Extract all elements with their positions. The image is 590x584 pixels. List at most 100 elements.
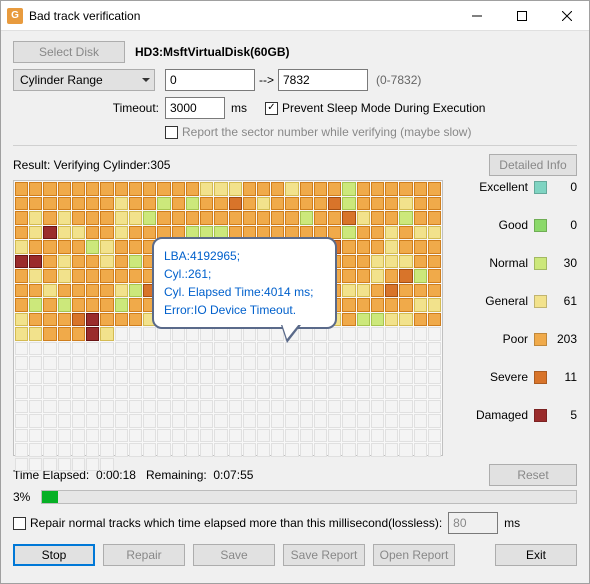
grid-cell [300,356,313,370]
grid-cell [328,443,341,457]
grid-cell [157,400,170,414]
range-from-input[interactable] [165,69,255,91]
grid-cell [15,226,28,240]
grid-cell [428,182,441,196]
grid-cell [342,284,355,298]
grid-cell [342,356,355,370]
grid-cell [43,226,56,240]
grid-cell [86,458,99,472]
grid-cell [15,269,28,283]
grid-cell [29,255,42,269]
grid-cell [243,414,256,428]
legend-excellent-value: 0 [551,180,577,194]
grid-cell [414,342,427,356]
grid-cell [157,211,170,225]
grid-cell [314,197,327,211]
grid-cell [100,284,113,298]
grid-cell [342,400,355,414]
range-to-input[interactable] [278,69,368,91]
grid-cell [342,269,355,283]
grid-cell [385,313,398,327]
grid-cell [371,211,384,225]
open-report-button[interactable]: Open Report [373,544,455,566]
range-mode-select[interactable]: Cylinder Range [13,69,155,91]
grid-cell [72,327,85,341]
save-button[interactable]: Save [193,544,275,566]
grid-cell [29,269,42,283]
grid-cell [72,342,85,356]
maximize-button[interactable] [499,1,544,31]
grid-cell [29,429,42,443]
grid-cell [314,385,327,399]
prevent-sleep-checkbox[interactable] [265,102,278,115]
grid-cell [200,327,213,341]
legend-severe-label: Severe [490,370,528,384]
grid-cell [43,284,56,298]
grid-cell [115,414,128,428]
grid-cell [371,371,384,385]
grid-cell [357,226,370,240]
grid-cell [29,240,42,254]
grid-cell [214,211,227,225]
grid-cell [86,385,99,399]
legend-poor-swatch [534,333,547,346]
grid-cell [257,400,270,414]
grid-cell [271,414,284,428]
grid-cell [72,211,85,225]
grid-cell [43,313,56,327]
grid-cell [399,197,412,211]
grid-cell [342,255,355,269]
grid-cell [428,240,441,254]
grid-cell [43,385,56,399]
report-sector-checkbox[interactable] [165,126,178,139]
grid-cell [285,429,298,443]
save-report-button[interactable]: Save Report [283,544,365,566]
grid-cell [399,429,412,443]
stop-button[interactable]: Stop [13,544,95,566]
grid-cell [72,240,85,254]
grid-cell [157,443,170,457]
repair-button[interactable]: Repair [103,544,185,566]
grid-cell [157,356,170,370]
grid-cell [172,429,185,443]
grid-cell [72,371,85,385]
grid-cell [229,371,242,385]
grid-cell [29,385,42,399]
timeout-input[interactable] [165,97,225,119]
grid-cell [229,385,242,399]
grid-cell [86,240,99,254]
legend-good-value: 0 [551,218,577,232]
grid-cell [271,429,284,443]
grid-cell [328,342,341,356]
reset-button[interactable]: Reset [489,464,577,486]
exit-button[interactable]: Exit [495,544,577,566]
grid-cell [86,371,99,385]
grid-cell [428,356,441,370]
grid-cell [115,356,128,370]
minimize-button[interactable] [454,1,499,31]
select-disk-button[interactable]: Select Disk [13,41,125,63]
grid-cell [72,284,85,298]
grid-cell [29,182,42,196]
grid-cell [172,414,185,428]
repair-checkbox[interactable] [13,517,26,530]
grid-cell [385,400,398,414]
grid-cell [428,226,441,240]
grid-cell [428,385,441,399]
grid-cell [243,385,256,399]
grid-cell [186,211,199,225]
grid-cell [300,197,313,211]
grid-cell [172,182,185,196]
grid-cell [143,429,156,443]
grid-cell [214,342,227,356]
grid-cell [371,240,384,254]
grid-cell [328,356,341,370]
detailed-info-button[interactable]: Detailed Info [489,154,577,176]
grid-cell [399,269,412,283]
grid-cell [385,284,398,298]
grid-cell [200,385,213,399]
close-button[interactable] [544,1,589,31]
grid-cell [428,443,441,457]
grid-cell [229,197,242,211]
grid-cell [314,371,327,385]
